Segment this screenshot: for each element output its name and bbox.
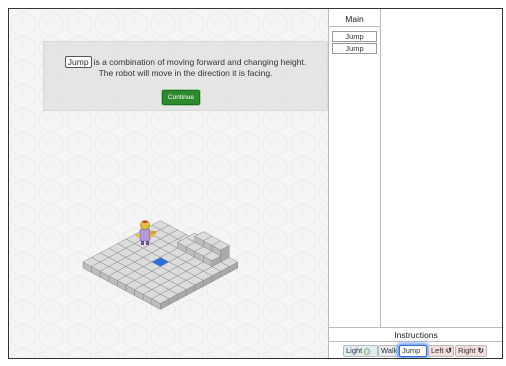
continue-button[interactable]: Continue [162,90,200,105]
right-instruction-button[interactable]: Right ↻ [455,345,487,357]
left-instruction-button[interactable]: Left ↺ [428,345,454,357]
walk-label: Walk [381,346,398,355]
game-stage: Jump is a combination of moving forward a… [9,9,328,358]
instructions-panel: Instructions Light Walk Jump Left ↺ Righ… [328,327,502,358]
program-item-jump[interactable]: Jump [332,43,377,54]
dialog-keyword-jump: Jump [64,56,92,68]
walk-instruction-button[interactable]: Walk [378,345,399,357]
light-label: Light [346,346,363,355]
jump-label: Jump [402,346,421,355]
main-panel-divider [329,26,380,27]
main-panel-title: Main [345,14,364,24]
right-label: Right [458,346,476,355]
jump-instruction-button[interactable]: Jump [399,345,427,357]
bulb-icon [364,347,371,355]
dialog-line-1: Jump is a combination of moving forward a… [44,56,327,68]
program-item-jump[interactable]: Jump [332,31,377,42]
game-frame: Jump is a combination of moving forward a… [8,8,503,359]
instructions-title: Instructions [394,330,438,340]
instructions-divider [329,341,502,342]
tutorial-dialog: Jump is a combination of moving forward a… [43,41,328,111]
rotate-left-icon: ↺ [445,346,452,355]
rotate-right-icon: ↻ [477,346,484,355]
light-instruction-button[interactable]: Light [343,345,378,357]
left-label: Left [431,346,444,355]
main-program-panel: Main Jump Jump [328,9,381,327]
dialog-line-2: The robot will move in the direction it … [98,68,273,78]
dialog-line-1-text: is a combination of moving forward and c… [93,57,307,67]
